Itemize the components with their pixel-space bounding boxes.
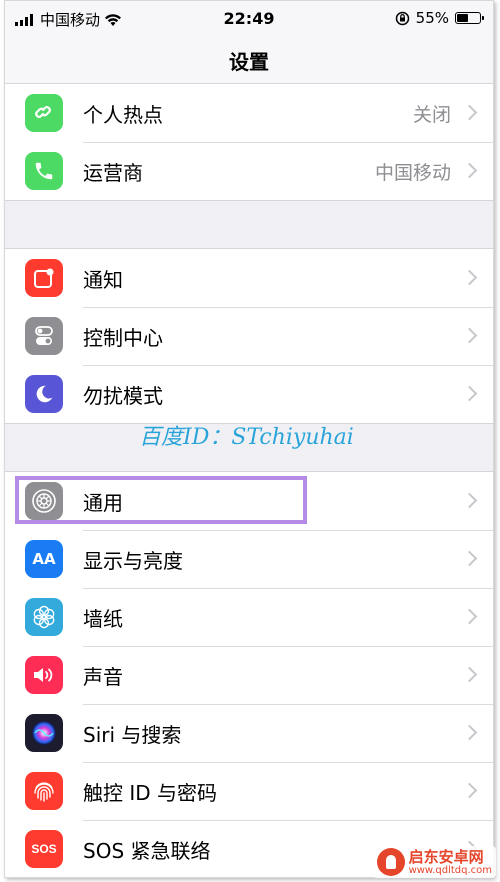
site-logo-icon — [376, 848, 405, 876]
speaker-icon — [25, 656, 63, 694]
settings-row-notifications[interactable]: 通知 — [5, 249, 493, 307]
chevron-right-icon — [461, 550, 478, 567]
siri-icon — [25, 714, 63, 752]
settings-row-sounds[interactable]: 声音 — [5, 646, 493, 704]
site-name: 启东安卓网 — [408, 847, 484, 866]
settings-row-label: 触控 ID 与密码 — [83, 780, 218, 805]
settings-row-display[interactable]: AA 显示与亮度 — [5, 530, 493, 588]
moon-icon — [25, 375, 63, 413]
sos-glyph: SOS — [31, 842, 57, 856]
settings-row-carrier[interactable]: 运营商 中国移动 — [5, 142, 493, 200]
settings-row-hotspot[interactable]: 个人热点 关闭 — [5, 84, 493, 142]
toggle-icon — [25, 317, 63, 355]
settings-row-label: Siri 与搜索 — [83, 722, 182, 747]
battery-icon — [455, 12, 484, 24]
site-watermark-text: 启东安卓网 www.qdltdq.com — [409, 849, 492, 876]
chevron-right-icon — [461, 269, 478, 286]
settings-row-label: 运营商 — [83, 160, 143, 185]
settings-row-value: 关闭 — [412, 103, 451, 126]
phone-screen: 中国移动 22:49 55% 设置 个人热点 关闭 运营商 中国移动 通知 控制… — [4, 0, 494, 878]
settings-row-label: 通知 — [83, 267, 123, 292]
settings-row-label: 显示与亮度 — [83, 548, 183, 573]
notification-icon — [25, 259, 63, 297]
site-url: www.qdltdq.com — [408, 864, 492, 876]
chevron-right-icon — [461, 327, 478, 344]
settings-group-network: 个人热点 关闭 运营商 中国移动 — [5, 83, 493, 201]
settings-row-value: 中国移动 — [374, 161, 451, 184]
sos-icon: SOS — [25, 830, 63, 868]
chevron-right-icon — [461, 608, 478, 625]
settings-row-label: 墙纸 — [83, 606, 123, 631]
settings-row-label: 控制中心 — [83, 325, 163, 350]
chevron-right-icon — [461, 666, 478, 683]
hotspot-icon — [25, 94, 63, 132]
chevron-right-icon — [461, 782, 478, 799]
fingerprint-icon — [25, 772, 63, 810]
chevron-right-icon — [461, 385, 478, 402]
settings-row-control-center[interactable]: 控制中心 — [5, 307, 493, 365]
general-highlight-box — [15, 476, 307, 524]
chevron-right-icon — [461, 104, 478, 121]
page-title: 设置 — [5, 37, 493, 88]
settings-group-notifications: 通知 控制中心 勿扰模式 — [5, 248, 493, 424]
status-bar: 中国移动 22:49 55% — [5, 1, 493, 37]
text-size-glyph: AA — [32, 550, 56, 568]
settings-row-wallpaper[interactable]: 墙纸 — [5, 588, 493, 646]
settings-row-siri[interactable]: Siri 与搜索 — [5, 704, 493, 762]
site-watermark: 启东安卓网 www.qdltdq.com — [372, 846, 496, 878]
chevron-right-icon — [461, 724, 478, 741]
settings-row-label: 声音 — [83, 664, 123, 689]
phone-icon — [25, 152, 63, 190]
settings-row-do-not-disturb[interactable]: 勿扰模式 — [5, 365, 493, 423]
settings-row-label: 勿扰模式 — [83, 383, 163, 408]
settings-group-general: 通用 AA 显示与亮度 墙纸 声音 Siri 与搜索 触控 ID 与密码 SOS… — [5, 471, 493, 877]
rotation-lock-icon — [395, 11, 409, 25]
chevron-right-icon — [461, 492, 478, 509]
chevron-right-icon — [461, 162, 478, 179]
battery-percent: 55% — [415, 9, 449, 27]
baidu-id-watermark: 百度ID：STchiyuhai — [139, 425, 354, 450]
status-right: 55% — [395, 9, 484, 27]
settings-row-label: 个人热点 — [83, 102, 163, 127]
settings-row-label: SOS 紧急联络 — [83, 838, 211, 863]
settings-row-touch-id[interactable]: 触控 ID 与密码 — [5, 762, 493, 820]
text-size-icon: AA — [25, 540, 63, 578]
flower-icon — [25, 598, 63, 636]
